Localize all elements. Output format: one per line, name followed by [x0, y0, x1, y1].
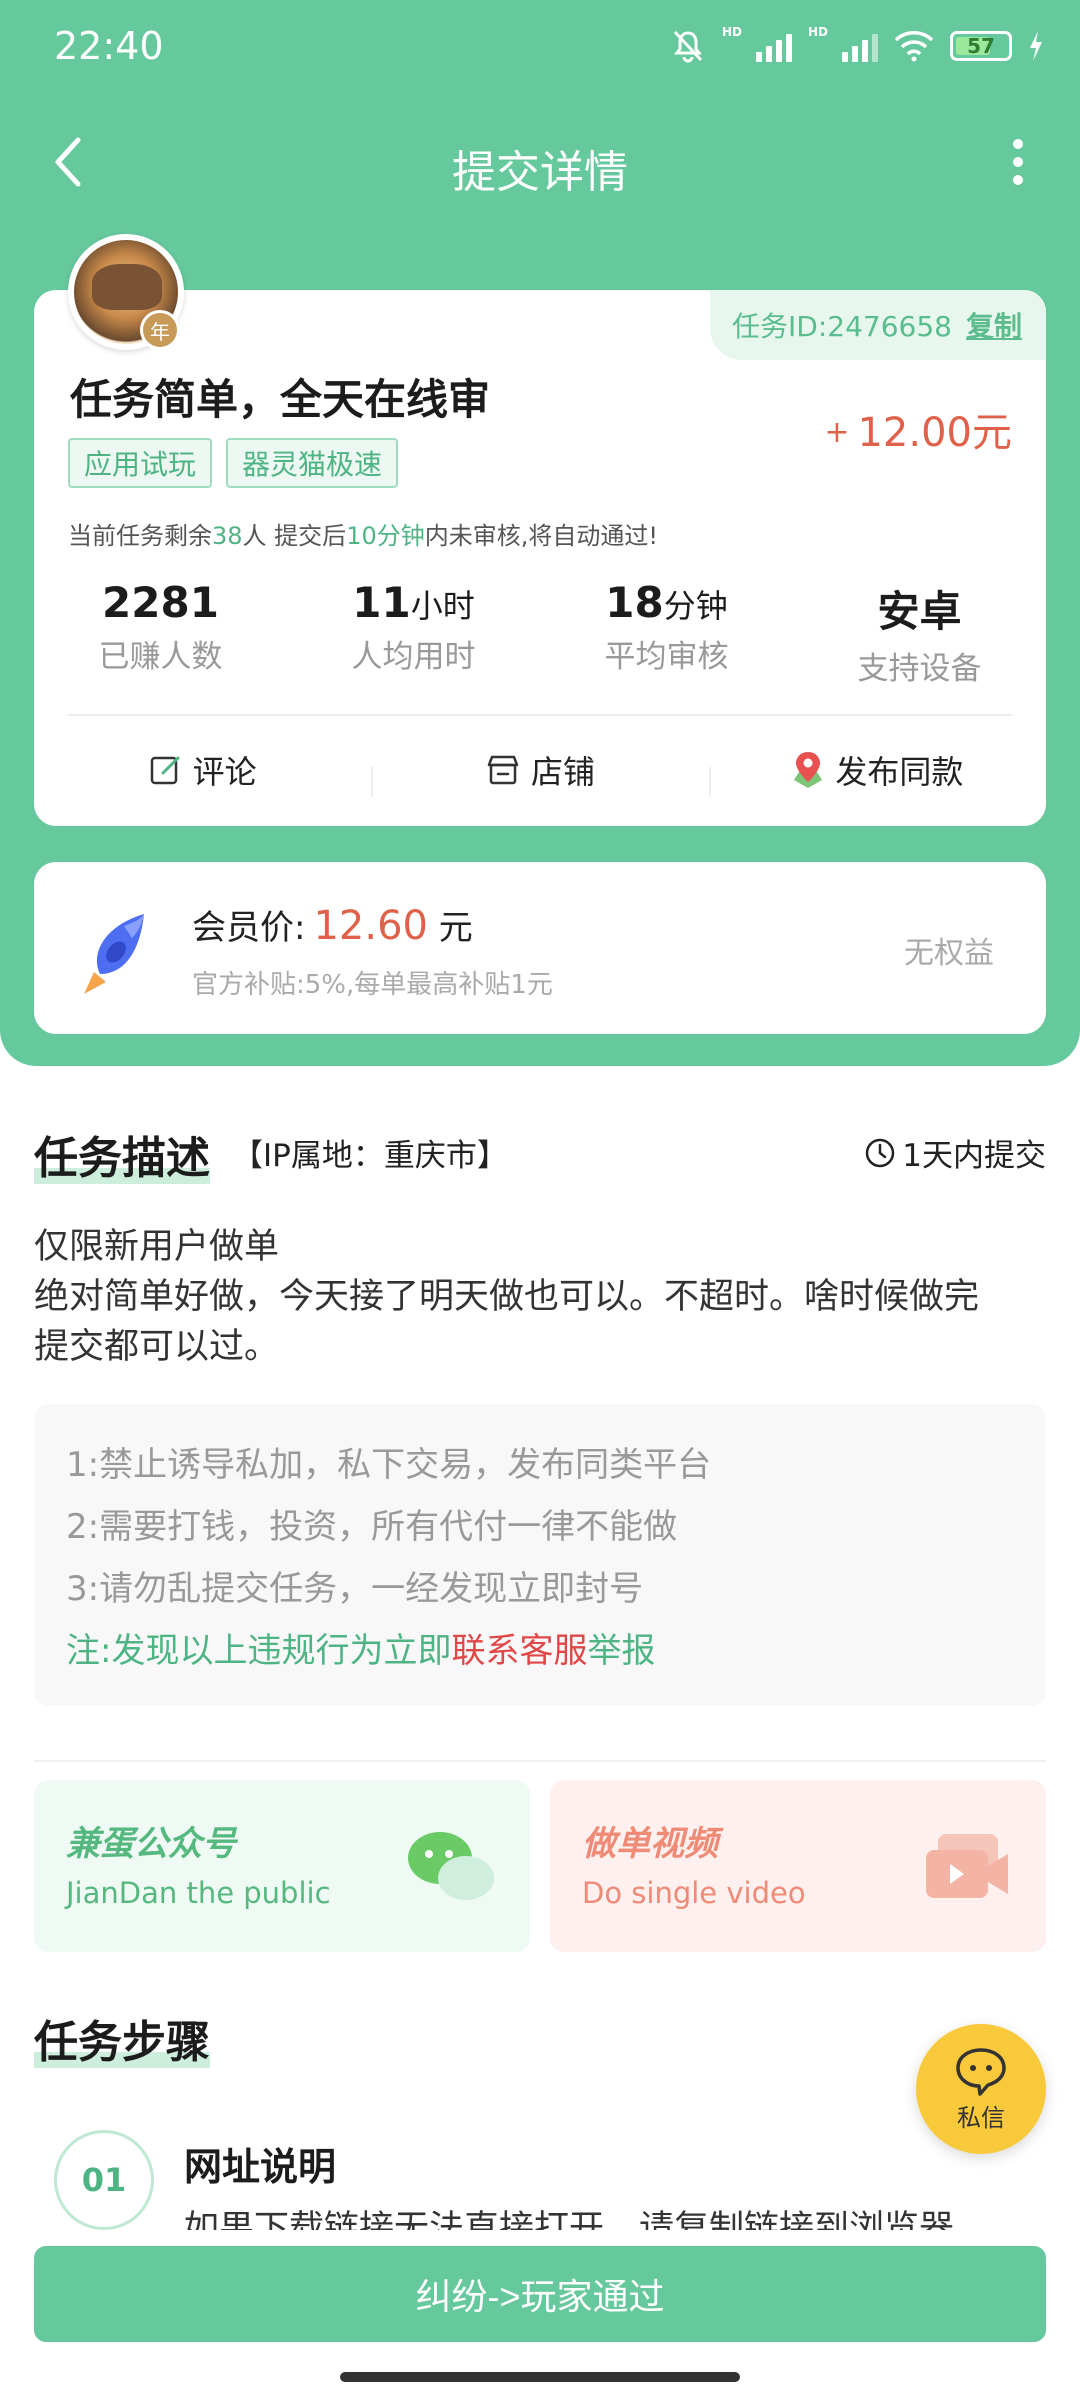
ip-location: 【IP属地：重庆市】	[232, 1138, 508, 1174]
vip-subsidy-text: 官方补贴:5%,每单最高补贴1元	[192, 970, 553, 1000]
private-message-button[interactable]: 私信	[916, 2024, 1046, 2154]
stat-avg-time: 11小时 人均用时	[351, 578, 476, 675]
section-title-description: 任务描述	[34, 1133, 210, 1184]
task-reward: +12.00元	[824, 400, 1012, 458]
battery-icon: 57	[950, 31, 1012, 61]
store-icon	[487, 755, 519, 785]
video-card-title: 做单视频	[582, 1824, 718, 1864]
step-heading: 网址说明	[184, 2145, 337, 2189]
section-title-steps: 任务步骤	[34, 2017, 210, 2068]
tag-app-trial: 应用试玩	[68, 438, 213, 488]
publish-same-button[interactable]: 发布同款	[708, 747, 1046, 797]
task-id-badge: 任务ID:2476658 复制	[710, 290, 1046, 360]
vip-price: 会员价: 12.60 元	[192, 903, 473, 949]
rules-box: 1:禁止诱导私加，私下交易，发布同类平台 2:需要打钱，投资，所有代付一律不能做…	[34, 1404, 1046, 1706]
home-indicator[interactable]	[340, 2372, 740, 2382]
signal-icon	[755, 30, 792, 62]
rule-1: 1:禁止诱导私加，私下交易，发布同类平台	[66, 1445, 712, 1485]
video-card-subtitle: Do single video	[582, 1876, 806, 1910]
video-camera-icon	[926, 1834, 1008, 1898]
vip-price-value: 12.60	[313, 903, 428, 949]
wechat-card-subtitle: JianDan the public	[66, 1876, 331, 1910]
status-icons: HD HD 57	[670, 25, 1044, 64]
chat-icon	[956, 2047, 1006, 2096]
task-id-label: 任务ID:2476658	[732, 310, 952, 343]
avatar-badge: 年	[140, 310, 180, 350]
more-options-icon[interactable]	[996, 132, 1040, 192]
status-time: 22:40	[54, 24, 164, 68]
step-number: 01	[54, 2130, 154, 2230]
auto-pass-time: 10分钟	[346, 522, 425, 550]
step-item: 01 网址说明 如果下载链接无法直接打开，请复制链接到浏览器	[34, 2100, 1046, 2230]
video-tutorial-card[interactable]: 做单视频 Do single video	[550, 1780, 1046, 1952]
rocket-icon	[84, 914, 144, 994]
edit-icon	[150, 756, 180, 785]
step-body: 如果下载链接无法直接打开，请复制链接到浏览器	[184, 2209, 955, 2230]
clock-icon	[866, 1138, 895, 1167]
page-title: 提交详情	[452, 147, 628, 198]
mute-bell-icon	[673, 30, 703, 63]
stat-avg-review: 18分钟 平均审核	[604, 578, 729, 675]
charging-icon	[1030, 31, 1042, 61]
wechat-icon	[408, 1832, 494, 1900]
task-notice: 当前任务剩余38人 提交后10分钟内未审核,将自动通过!	[68, 522, 658, 550]
wechat-card-title: 兼蛋公众号	[66, 1824, 236, 1864]
rule-3: 3:请勿乱提交任务，一经发现立即封号	[66, 1569, 644, 1609]
nav-bar: 提交详情	[0, 120, 1080, 210]
comment-button[interactable]: 评论	[34, 747, 371, 793]
task-tags: 应用试玩 器灵猫极速	[68, 438, 399, 488]
task-card: 任务ID:2476658 复制 任务简单，全天在线审 +12.00元 应用试玩 …	[34, 290, 1046, 826]
description-text: 仅限新用户做单 绝对简单好做，今天接了明天做也可以。不超时。啥时候做完 提交都可…	[34, 1227, 980, 1367]
hd-label-2: HD	[807, 25, 828, 39]
task-stats: 2281 已赚人数 11小时 人均用时 18分钟 平均审核 安卓 支持设备	[34, 578, 1046, 688]
map-pin-icon	[794, 752, 823, 788]
submit-deadline: 1天内提交	[864, 1130, 1046, 1175]
reward-amount: 12.00元	[857, 410, 1012, 456]
signal-icon-2	[842, 30, 878, 62]
vip-benefits-status: 无权益	[904, 936, 994, 971]
section-divider	[34, 1760, 1046, 1762]
contact-support-link[interactable]: 联系客服	[451, 1631, 587, 1671]
task-actions: 评论 店铺 发布同款	[34, 720, 1046, 820]
status-bar: 22:40 HD HD 57	[0, 0, 1080, 100]
stat-device: 安卓 支持设备	[857, 587, 982, 687]
vip-card[interactable]: 会员价: 12.60 元 官方补贴:5%,每单最高补贴1元 无权益	[34, 862, 1046, 1034]
task-title: 任务简单，全天在线审	[70, 375, 491, 424]
hd-label: HD	[721, 25, 742, 39]
tag-platform: 器灵猫极速	[226, 438, 399, 488]
stat-earned-users: 2281 已赚人数	[98, 578, 223, 675]
rule-2: 2:需要打钱，投资，所有代付一律不能做	[66, 1507, 678, 1547]
card-divider	[68, 714, 1012, 716]
dispute-status-button[interactable]: 纠纷->玩家通过	[34, 2246, 1046, 2342]
copy-id-button[interactable]: 复制	[966, 305, 1022, 345]
rule-note: 注:发现以上违规行为立即联系客服举报	[66, 1631, 656, 1671]
private-message-label: 私信	[957, 2103, 1005, 2132]
remaining-count: 38	[212, 522, 243, 550]
reward-plus: +	[824, 415, 850, 450]
wechat-public-card[interactable]: 兼蛋公众号 JianDan the public	[34, 1780, 530, 1952]
shop-button[interactable]: 店铺	[371, 747, 708, 797]
wifi-icon	[894, 31, 934, 62]
